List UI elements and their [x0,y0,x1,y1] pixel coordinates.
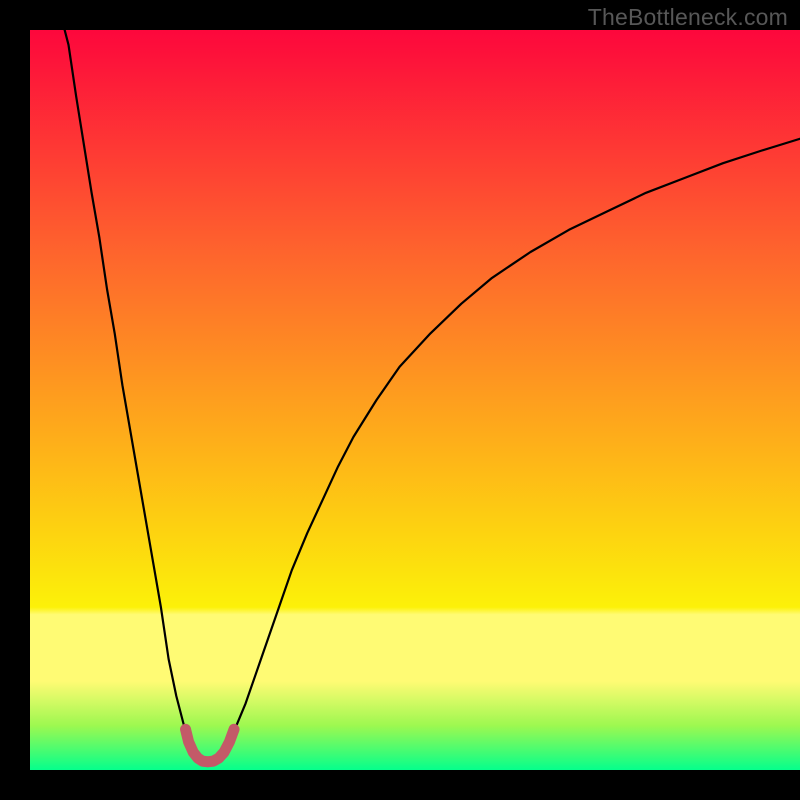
chart-frame: TheBottleneck.com [0,0,800,800]
curve-left-arm [65,30,196,755]
curve-bottom-u [186,729,235,762]
curve-right-arm [221,139,800,755]
curve-layer [30,30,800,770]
plot-area [30,30,800,770]
watermark-text: TheBottleneck.com [588,4,788,31]
